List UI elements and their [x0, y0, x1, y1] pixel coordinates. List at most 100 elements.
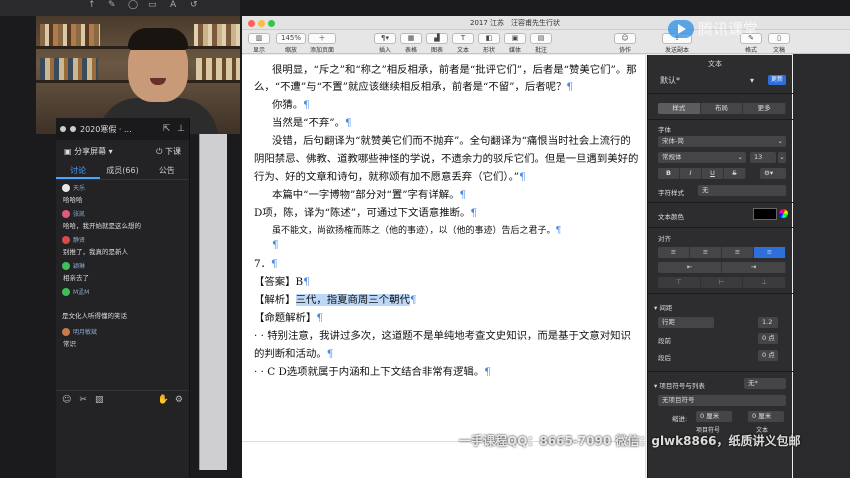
raise-hand-icon[interactable]: ✋	[158, 395, 169, 405]
update-style-button[interactable]: 更新	[768, 75, 787, 85]
pilcrow-mark: ¶	[272, 239, 279, 251]
space-before-field[interactable]: 0 点	[758, 333, 778, 344]
text-options-button[interactable]: ⚙▾	[760, 168, 786, 179]
image-icon[interactable]: ▨	[95, 395, 104, 405]
typeface-select[interactable]: 常规体 ⌄	[658, 152, 746, 163]
close-icon[interactable]	[248, 20, 255, 27]
shape-button[interactable]: ◧ 形状	[478, 33, 500, 54]
align-center-button[interactable]: ≡	[690, 247, 722, 258]
share-screen-button[interactable]: ▣ 分享屏幕 ▾	[64, 146, 113, 157]
pen-icon[interactable]: ✎	[108, 0, 116, 10]
outdent-button[interactable]: ⇤	[658, 262, 722, 273]
bullet-type-select[interactable]: 无项目符号	[658, 395, 786, 406]
doc-line: 本篇中“一字博物”部分对“置”字有详解。¶	[272, 186, 466, 201]
indent-field[interactable]: 0 厘米	[696, 411, 732, 422]
underline-button[interactable]: U	[702, 168, 724, 179]
align-middle-button[interactable]: ⊢	[701, 277, 744, 288]
inspector-tabs: 样式 布局 更多	[658, 103, 786, 114]
list-section[interactable]: ▾ 项目符号与列表	[654, 380, 705, 390]
indent-button[interactable]: ⇥	[722, 262, 786, 273]
char-style-label: 字符样式	[658, 189, 684, 197]
teacher-webcam	[36, 16, 240, 134]
align-bottom-button[interactable]: ⊥	[743, 277, 786, 288]
tab-members[interactable]: 成员(66)	[100, 162, 144, 179]
list-style-select[interactable]: 无*	[744, 378, 786, 389]
font-size-stepper[interactable]: ⌄	[778, 152, 786, 163]
text-button[interactable]: T 文本	[452, 33, 474, 54]
tab-style[interactable]: 样式	[658, 103, 701, 114]
line-spacing-select[interactable]: 行距	[658, 317, 714, 328]
cut-icon[interactable]: ✂	[79, 395, 87, 405]
align-left-button[interactable]: ≡	[658, 247, 690, 258]
message-list: 天乐 哈哈哈 张凯 哈哈，我开始就是这么想的 静贤 别推了，我真的是新人 颖琳 …	[56, 180, 189, 350]
tab-layout[interactable]: 布局	[701, 103, 744, 114]
italic-button[interactable]: I	[680, 168, 702, 179]
zoom-select[interactable]: 145% 缩放	[276, 33, 306, 54]
message-user: M孟M	[73, 289, 90, 296]
space-after-field[interactable]: 0 点	[758, 350, 778, 361]
pilcrow-mark: ¶	[519, 171, 526, 183]
emoji-icon[interactable]: ☺	[62, 395, 71, 405]
table-button[interactable]: ▦ 表格	[400, 33, 422, 54]
settings-icon[interactable]: ⚙	[175, 395, 183, 405]
message-user: 静贤	[73, 237, 86, 244]
pilcrow-mark: ¶	[326, 348, 334, 360]
pilcrow-mark: ¶	[303, 99, 310, 111]
insert-button[interactable]: ¶▾ 插入	[374, 33, 396, 54]
document-button[interactable]: ▯ 文稿	[768, 33, 790, 54]
message-user: 张凯	[73, 211, 86, 218]
line-spacing-value: 行距	[662, 318, 675, 326]
inspector-header: 文本	[708, 60, 722, 68]
text-indent-field[interactable]: 0 厘米	[748, 411, 784, 422]
char-style-select[interactable]: 无	[698, 185, 786, 196]
align-label: 对齐	[658, 235, 671, 243]
window-dot-icon[interactable]	[70, 126, 76, 132]
document-canvas[interactable]: 很明显，“斥之”和“称之”相反相承，前者是“批评它们”，后者是“赞美它们”。那 …	[242, 55, 645, 478]
menu-icon[interactable]: ↑	[88, 0, 96, 10]
doc-line: · · C D选项就属于内涵和上下文结合非常有逻辑。¶	[254, 363, 491, 378]
line-spacing-field[interactable]: 1.2	[758, 317, 778, 328]
font-family-select[interactable]: 宋体-简 ⌄	[658, 136, 786, 147]
align-top-button[interactable]: ⊤	[658, 277, 701, 288]
align-right-button[interactable]: ≡	[722, 247, 754, 258]
tab-more[interactable]: 更多	[743, 103, 786, 114]
collaborate-button[interactable]: ☺ 协作	[614, 33, 636, 54]
zoom-label: 缩放	[284, 47, 297, 54]
window-dot-icon[interactable]	[60, 126, 66, 132]
minimize-icon[interactable]	[258, 20, 265, 27]
chart-button[interactable]: ▟ 图表	[426, 33, 448, 54]
strikethrough-button[interactable]: S	[724, 168, 746, 179]
doc-line-text: 阴阳禁忌、佛教、道教哪些神怪的学说，不遗余力的驳斥它们。但是一旦遇到美好的	[254, 153, 639, 165]
chart-label: 图表	[430, 47, 443, 54]
pin-icon[interactable]: ⊥	[177, 124, 185, 134]
zoom-window-icon[interactable]	[268, 20, 275, 27]
selected-text[interactable]: 三代，指夏商周三个朝代	[295, 294, 410, 306]
text-color-swatch[interactable]	[753, 208, 777, 220]
text-icon[interactable]: A	[170, 0, 176, 10]
bold-button[interactable]: B	[658, 168, 680, 179]
tab-notice[interactable]: 公告	[145, 162, 189, 179]
color-wheel-icon[interactable]	[779, 209, 788, 218]
share-out-icon[interactable]: ⇱	[163, 124, 171, 134]
add-page-button[interactable]: ＋ 添加页面	[308, 33, 336, 54]
paragraph-style-select[interactable]: 默认* ▾	[656, 75, 756, 86]
message-user: 天乐	[73, 185, 86, 192]
end-class-button[interactable]: ⏻ 下课	[156, 146, 181, 157]
title-bar: 2017 江苏 汪容甫先生行状	[242, 16, 850, 30]
message-text: 哈哈哈	[63, 196, 83, 204]
tab-discussion[interactable]: 讨论	[56, 162, 101, 179]
media-button[interactable]: ▣ 媒体	[504, 33, 526, 54]
doc-line-text: 你猜。	[272, 99, 304, 111]
justify-button[interactable]: ≡	[754, 247, 786, 258]
font-size-field[interactable]: 13	[750, 152, 776, 163]
undo-icon[interactable]: ↺	[190, 0, 198, 10]
space-after-label: 段后	[658, 354, 671, 362]
eraser-icon[interactable]: ▭	[148, 0, 157, 10]
pilcrow-mark: ¶	[566, 81, 574, 93]
spacing-section[interactable]: ▾ 间距	[654, 302, 672, 312]
space-before-label: 段前	[658, 337, 671, 345]
view-button[interactable]: ▥ 显示	[248, 33, 270, 54]
circle-icon[interactable]: ◯	[128, 0, 138, 10]
indent-value: 0 厘米	[700, 412, 720, 420]
comment-button[interactable]: ▤ 批注	[530, 33, 552, 54]
